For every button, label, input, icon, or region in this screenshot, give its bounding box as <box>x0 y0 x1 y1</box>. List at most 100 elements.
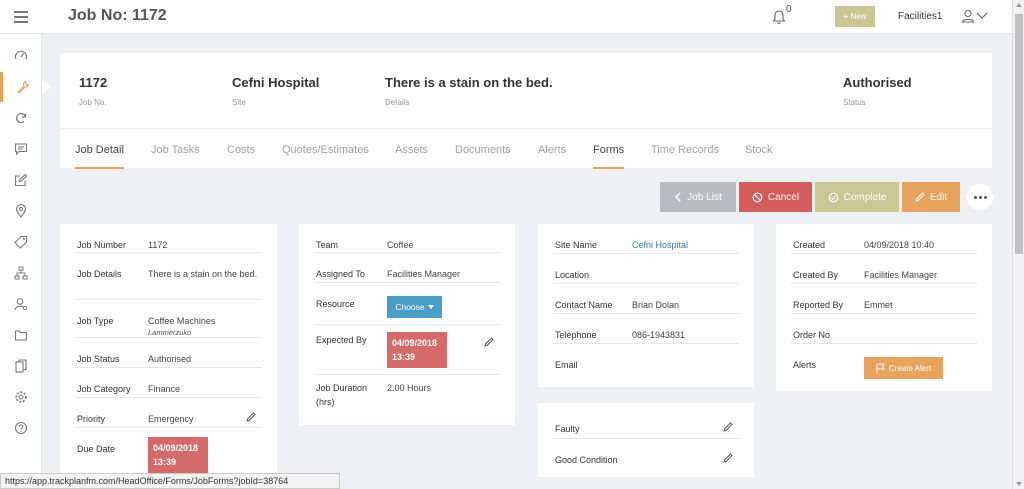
tab-assets[interactable]: Assets <box>395 144 428 156</box>
sidebar-item-contacts[interactable] <box>0 289 42 319</box>
scroll-down-arrow[interactable] <box>1016 482 1022 486</box>
email-row: Email <box>553 344 739 374</box>
sidebar-item-tags[interactable] <box>0 227 42 257</box>
tab-bar: Job Detail Job Tasks Costs Quotes/Estima… <box>60 128 992 169</box>
tab-forms[interactable]: Forms <box>593 144 625 169</box>
alerts-row: Alerts Create Alert <box>791 344 977 384</box>
more-options-button[interactable] <box>967 184 993 210</box>
check-circle-icon <box>828 192 838 202</box>
order-no-label: Order No <box>793 330 831 340</box>
job-number-row: Job Number 1172 <box>75 224 262 253</box>
edit-good-condition-pencil-icon[interactable] <box>723 453 733 463</box>
new-button[interactable]: + New <box>835 6 875 27</box>
summary-details-value: There is a stain on the bed. <box>385 75 553 90</box>
tab-job-tasks[interactable]: Job Tasks <box>151 144 200 156</box>
team-row: Team Coffee <box>314 224 500 253</box>
location-label: Location <box>555 270 590 280</box>
bell-icon[interactable] <box>772 9 786 25</box>
sidebar-item-dashboard[interactable] <box>0 41 42 71</box>
priority-row: Priority Emergency <box>75 398 262 428</box>
choose-resource-button[interactable]: Choose <box>387 296 442 318</box>
resource-row: Resource Choose <box>314 283 500 325</box>
cancel-label: Cancel <box>767 191 800 203</box>
tab-stock[interactable]: Stock <box>745 144 773 156</box>
tab-costs[interactable]: Costs <box>227 144 255 156</box>
page-scrollbar[interactable] <box>1012 0 1024 489</box>
hamburger-menu-icon[interactable] <box>14 11 28 23</box>
created-value: 04/09/2018 10:40 <box>864 240 935 250</box>
tab-time-records[interactable]: Time Records <box>651 144 719 156</box>
sidebar-item-edit[interactable] <box>0 165 42 195</box>
sidebar-item-help[interactable] <box>0 413 42 443</box>
tab-documents[interactable]: Documents <box>455 144 511 156</box>
scroll-up-arrow[interactable] <box>1016 3 1022 7</box>
edit-icon <box>14 173 28 187</box>
job-duration-value: 2.00 Hours <box>387 383 432 393</box>
cancel-button[interactable]: Cancel <box>739 182 812 212</box>
tab-job-detail[interactable]: Job Detail <box>75 144 124 169</box>
sidebar-item-settings[interactable] <box>0 382 42 412</box>
job-status-value: Authorised <box>148 354 192 364</box>
job-type-name: Coffee Machines <box>148 316 216 326</box>
caret-down-icon <box>427 305 434 309</box>
user-search-icon <box>14 298 28 311</box>
create-alert-button[interactable]: Create Alert <box>864 357 943 379</box>
sidebar-item-locations[interactable] <box>0 196 42 226</box>
job-type-row: Job Type Coffee Machines Lammerzuko <box>75 300 262 338</box>
summary-status-value: Authorised <box>843 75 912 90</box>
job-category-label: Job Category <box>77 384 131 394</box>
job-summary-panel: 1172 Job No. Cefni Hospital Site There i… <box>60 53 992 169</box>
tag-icon <box>14 235 28 249</box>
job-list-label: Job List <box>687 191 722 203</box>
job-type-value: Coffee Machines Lammerzuko <box>148 314 215 338</box>
edit-label: Edit <box>929 191 948 203</box>
sidebar-item-jobs[interactable] <box>0 72 50 102</box>
edit-priority-pencil-icon[interactable] <box>246 412 256 422</box>
faulty-row: Faulty <box>553 408 739 439</box>
reported-by-label: Reported By <box>793 300 844 310</box>
complete-button[interactable]: Complete <box>815 182 899 212</box>
created-row: Created 04/09/2018 10:40 <box>791 224 977 254</box>
tab-quotes-estimates[interactable]: Quotes/Estimates <box>282 144 369 156</box>
job-status-label: Job Status <box>77 354 120 364</box>
sidebar-item-hierarchy[interactable] <box>0 258 42 288</box>
edit-expected-by-pencil-icon[interactable] <box>484 337 494 347</box>
good-condition-label: Good Condition <box>555 455 618 465</box>
site-name-link[interactable]: Cefni Hospital <box>632 238 688 252</box>
job-list-button[interactable]: Job List <box>660 182 736 212</box>
expected-by-date: 04/09/2018 <box>392 338 438 348</box>
summary-site-value: Cefni Hospital <box>232 75 320 90</box>
location-row: Location <box>553 254 739 284</box>
job-status-row: Job Status Authorised <box>75 338 262 368</box>
job-details-label: Job Details <box>77 269 122 279</box>
sidebar-item-messages[interactable] <box>0 134 42 164</box>
contact-name-label: Contact Name <box>555 300 613 310</box>
email-label: Email <box>555 360 578 370</box>
sidebar-item-refresh[interactable] <box>0 103 42 133</box>
user-name[interactable]: Facilities1 <box>898 11 942 22</box>
created-by-row: Created By Facilities Manager <box>791 254 977 284</box>
telephone-label: Telephone <box>555 330 597 340</box>
sidebar-item-documents[interactable] <box>0 351 42 381</box>
edit-button[interactable]: Edit <box>902 182 960 212</box>
assignment-card: Team Coffee Assigned To Facilities Manag… <box>299 224 515 425</box>
edit-faulty-pencil-icon[interactable] <box>723 422 733 432</box>
resource-label: Resource <box>316 299 355 309</box>
summary-site-label: Site <box>232 98 246 107</box>
created-by-value: Facilities Manager <box>864 270 938 280</box>
due-date-label: Due Date <box>77 444 116 454</box>
complete-label: Complete <box>843 191 887 203</box>
chevron-down-icon[interactable] <box>976 10 988 20</box>
summary-job-no-value: 1172 <box>79 75 108 90</box>
job-info-card: Job Number 1172 Job Details There is a s… <box>60 224 277 489</box>
order-no-row: Order No <box>791 314 977 344</box>
choose-resource-label: Choose <box>395 302 425 312</box>
user-icon[interactable] <box>961 9 975 23</box>
sidebar-item-files[interactable] <box>0 320 42 350</box>
faulty-label: Faulty <box>555 424 580 434</box>
job-duration-row: Job Duration (hrs) 2.00 Hours <box>314 375 500 425</box>
scrollbar-thumb[interactable] <box>1015 14 1023 254</box>
pencil-icon <box>915 192 925 202</box>
tab-alerts[interactable]: Alerts <box>538 144 566 156</box>
due-date-badge: 04/09/2018 13:39 <box>148 437 208 473</box>
